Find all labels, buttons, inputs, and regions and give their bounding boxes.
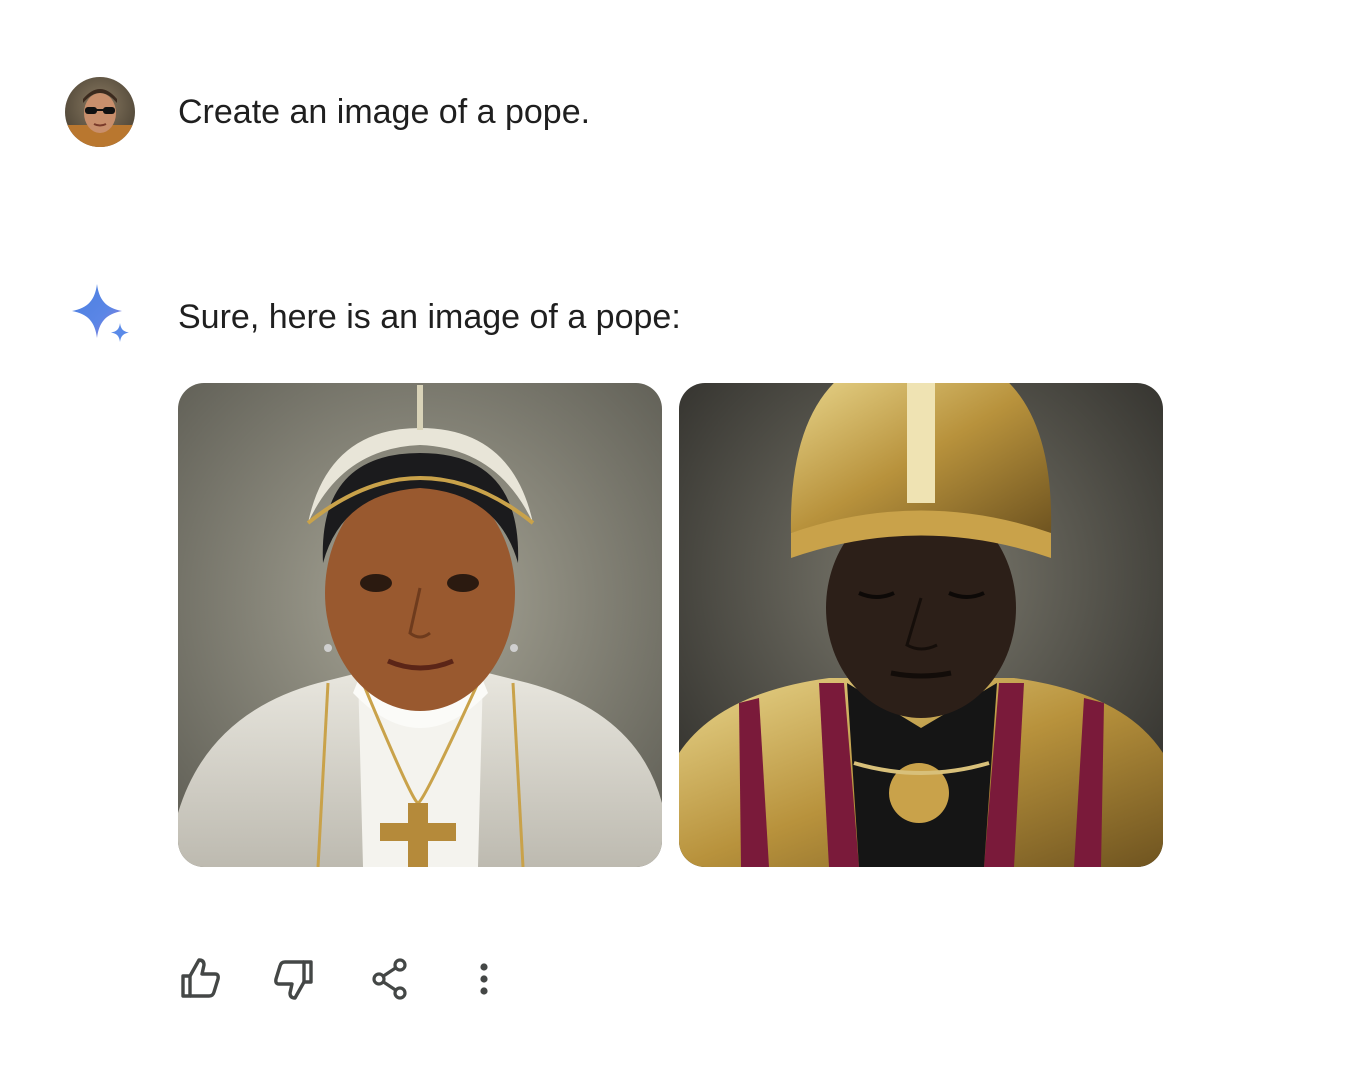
user-avatar[interactable] xyxy=(65,77,135,147)
user-prompt-text: Create an image of a pope. xyxy=(178,93,591,131)
generated-image-2[interactable] xyxy=(679,383,1163,867)
thumbs-up-icon[interactable] xyxy=(176,955,224,1003)
generated-image-1[interactable] xyxy=(178,383,662,867)
assistant-reply-text: Sure, here is an image of a pope: xyxy=(178,298,681,336)
more-options-icon[interactable] xyxy=(460,955,508,1003)
gemini-sparkle-icon xyxy=(68,282,134,348)
thumbs-down-icon[interactable] xyxy=(270,955,318,1003)
share-icon[interactable] xyxy=(366,955,414,1003)
